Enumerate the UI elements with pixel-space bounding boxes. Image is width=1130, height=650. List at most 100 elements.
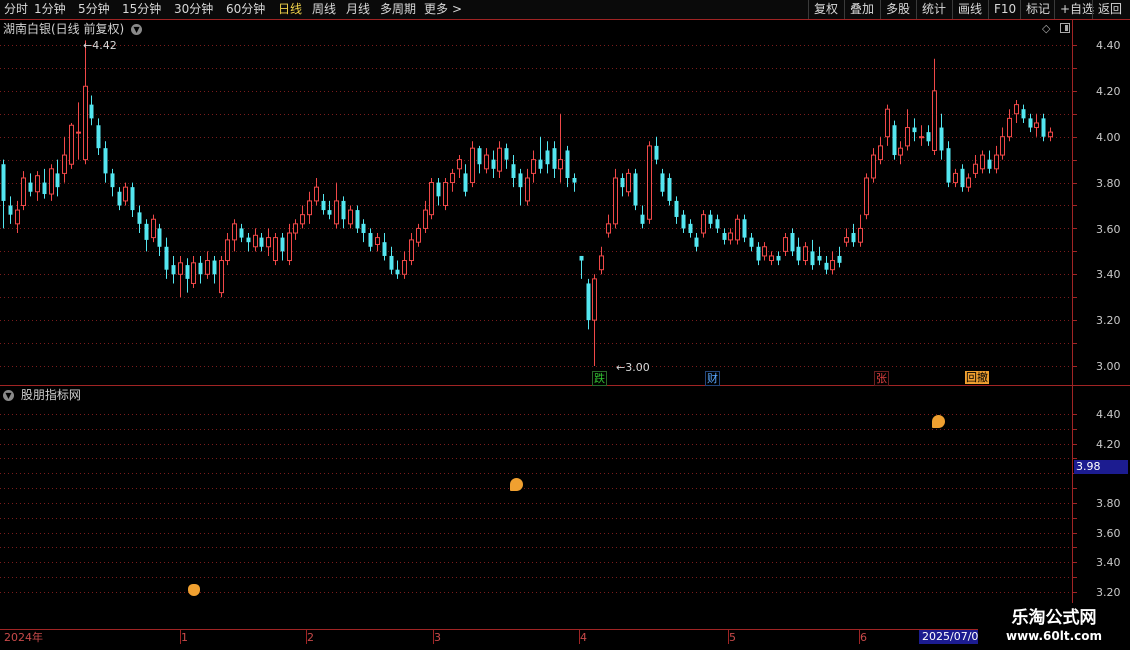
candle-body [919, 136, 924, 139]
candle-body [871, 154, 876, 179]
indicator-panel-title: ▼ 股朋指标网 [0, 387, 81, 403]
candle-body [749, 237, 754, 247]
candle-body [966, 177, 971, 188]
candle [871, 148, 876, 183]
candle [443, 177, 448, 211]
candle-body [266, 237, 271, 248]
candle-body [130, 187, 135, 211]
candle-body [164, 246, 169, 270]
event-drawdown-marker[interactable]: 回撤 [965, 371, 989, 384]
candle [817, 246, 822, 266]
candle [293, 219, 298, 240]
candle [123, 182, 128, 206]
candle-body [83, 85, 88, 161]
candle [830, 251, 835, 275]
candle-body [769, 255, 774, 262]
candle [1021, 104, 1026, 123]
candle [824, 255, 829, 275]
candle-body [960, 168, 965, 188]
candle-body [667, 177, 672, 201]
candle-body [103, 148, 108, 174]
candle-body [76, 131, 81, 134]
candle [810, 239, 815, 270]
candle [463, 164, 468, 197]
candle [477, 145, 482, 174]
candle [1000, 127, 1005, 160]
event-fall-marker[interactable]: 跌 [592, 371, 607, 386]
current-value-badge: 3.98 [1074, 460, 1128, 474]
candle-body [1021, 109, 1026, 119]
candle [688, 219, 693, 238]
date-label-month: 1 [181, 631, 188, 644]
candle-body [892, 125, 897, 156]
candle-body [341, 200, 346, 220]
candle [722, 228, 727, 245]
main-axis-label: 4.40 [1096, 39, 1121, 52]
main-grid [0, 45, 1077, 367]
candle [368, 228, 373, 252]
candle [1, 159, 6, 229]
candle-body [783, 237, 788, 252]
candle [796, 237, 801, 266]
candle [878, 136, 883, 165]
candle [647, 141, 652, 224]
event-rise-marker[interactable]: 张 [874, 371, 889, 386]
candle-body [810, 251, 815, 266]
watermark-title: 乐淘公式网 [1011, 608, 1097, 628]
panel-frames [0, 19, 1130, 650]
candle [640, 205, 645, 229]
candle-body [1034, 122, 1039, 129]
chevron-down-icon[interactable]: ▼ [131, 24, 143, 35]
diamond-icon[interactable]: ◇ [1042, 22, 1050, 35]
candle-body [389, 255, 394, 270]
candle [49, 164, 54, 201]
candle [28, 173, 33, 197]
candle-body [21, 177, 26, 207]
candle [361, 219, 366, 243]
candle [708, 210, 713, 229]
candle [565, 145, 570, 188]
date-label-month: 3 [434, 631, 441, 644]
main-axis-label: 3.20 [1096, 314, 1121, 327]
candle [89, 95, 94, 126]
candle-body [531, 159, 536, 174]
candle [246, 233, 251, 252]
candle-body [660, 173, 665, 192]
candle-body [552, 148, 557, 169]
kline-chart[interactable] [0, 0, 1130, 650]
candle [191, 255, 196, 289]
date-label-month: 4 [580, 631, 587, 644]
candle [552, 141, 557, 178]
candle-body [395, 269, 400, 275]
indicator-title: 股朋指标网 [20, 388, 81, 402]
candle-body [361, 223, 366, 234]
candle-body [864, 177, 869, 216]
candle [851, 223, 856, 247]
candle [253, 228, 258, 252]
candle-body [626, 172, 631, 193]
date-label-month: 6 [860, 631, 867, 644]
candle [429, 177, 434, 220]
event-finance-marker[interactable]: 财 [705, 371, 720, 386]
candle [742, 214, 747, 243]
candle [76, 102, 81, 160]
candle [511, 155, 516, 188]
candle-body [586, 283, 591, 321]
candle [912, 118, 917, 142]
candle-body [1, 164, 6, 201]
candle [633, 168, 638, 211]
candle-body [96, 125, 101, 149]
candle-body [762, 246, 767, 257]
candle [402, 251, 407, 279]
panel-toggle-icon[interactable] [1060, 23, 1070, 33]
candle [497, 141, 502, 178]
candle-body [518, 173, 523, 188]
chevron-down-icon[interactable]: ▼ [3, 390, 14, 401]
candle-body [633, 173, 638, 206]
candle [382, 233, 387, 261]
candle [946, 141, 951, 188]
candle [864, 173, 869, 220]
candle-body [701, 214, 706, 234]
candle [1014, 100, 1019, 123]
candle-body [239, 228, 244, 238]
